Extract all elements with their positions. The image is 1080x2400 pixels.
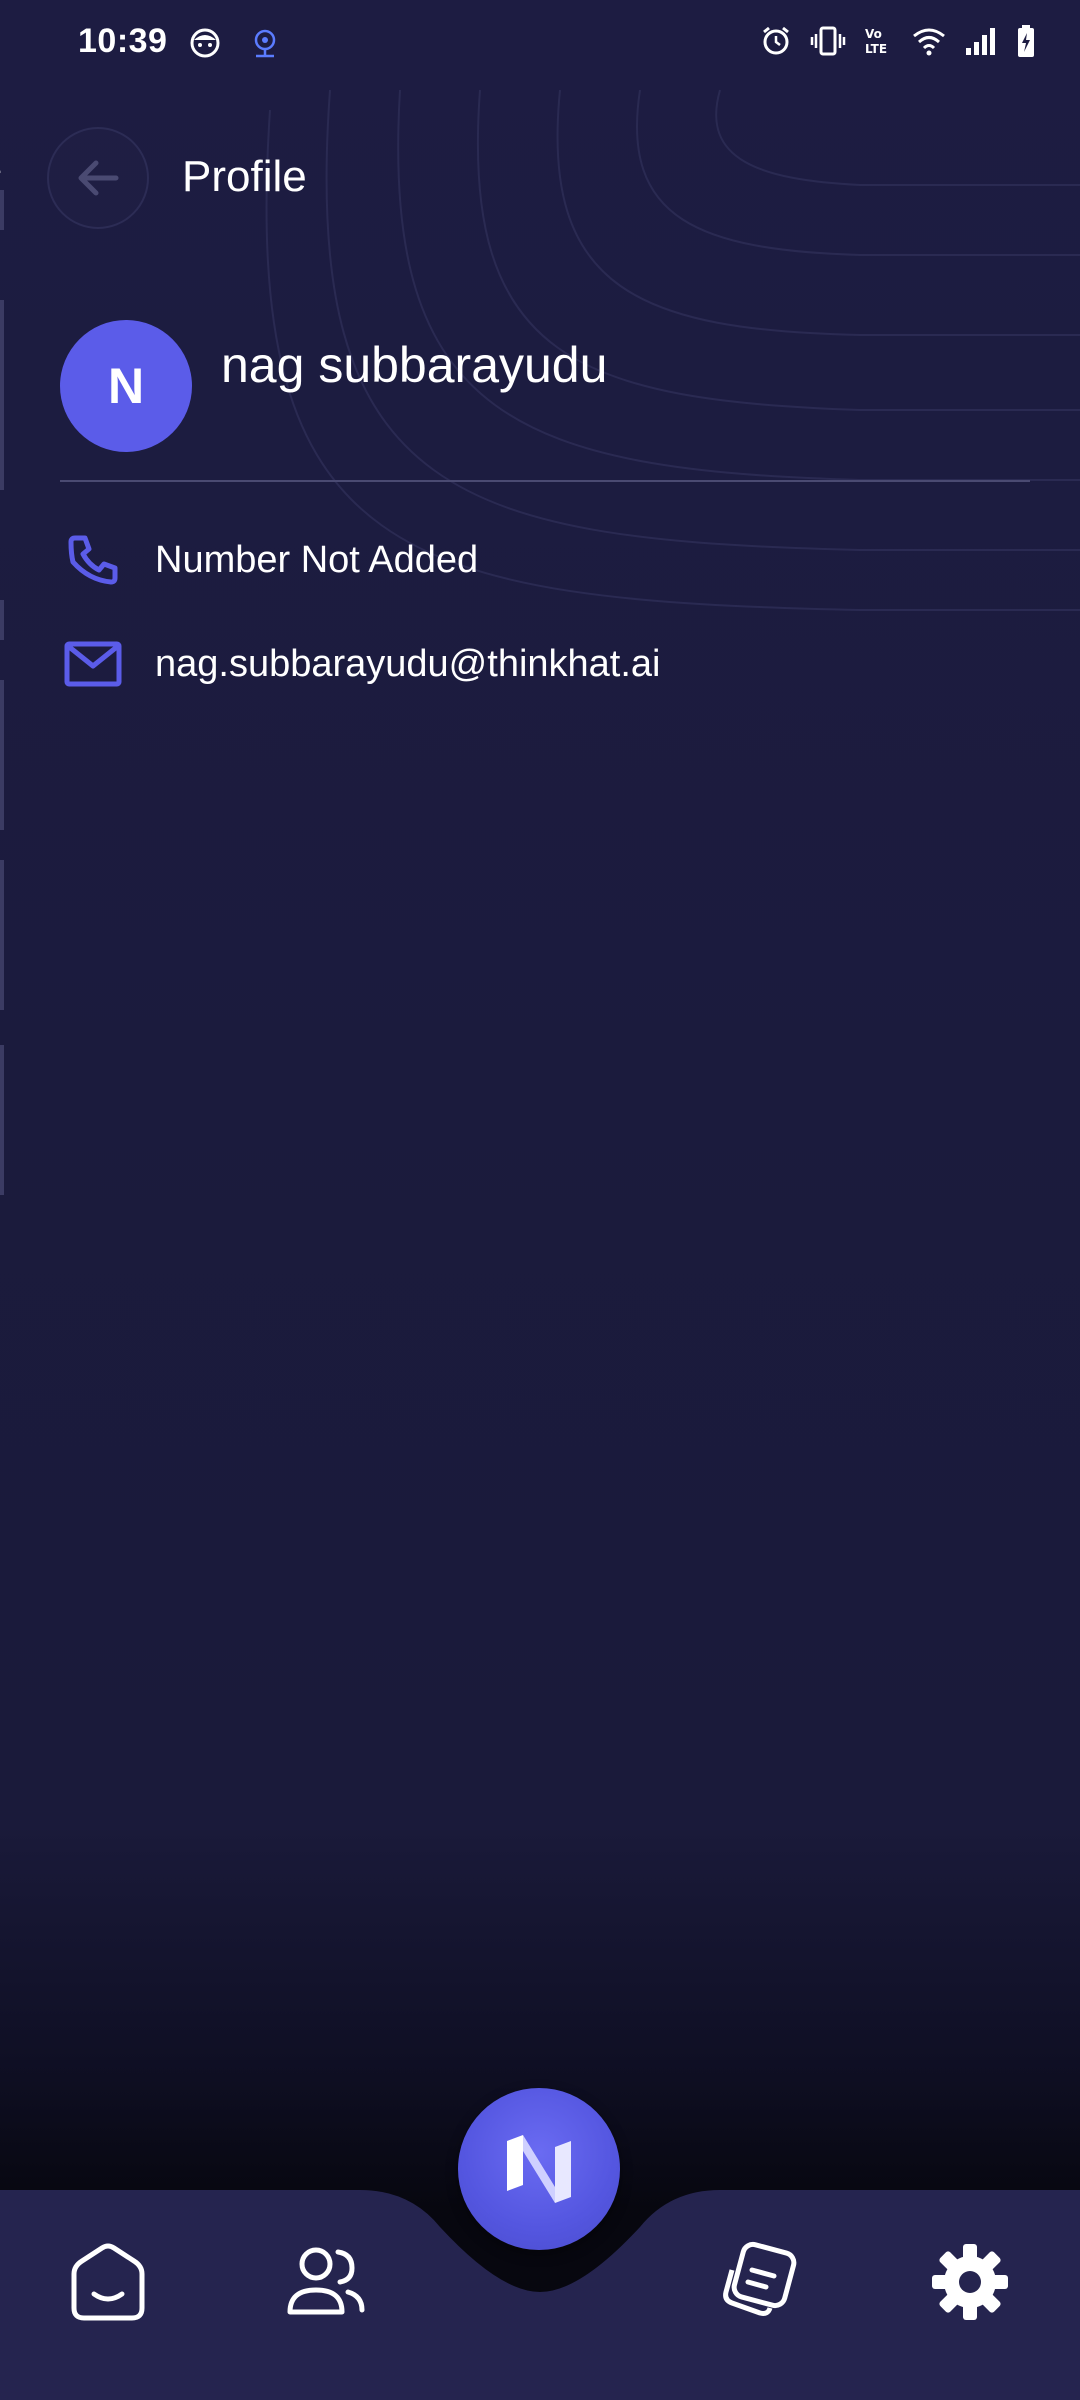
vibrate-icon: [810, 26, 846, 56]
arrow-left-icon: [78, 160, 119, 196]
avatar: N: [60, 320, 192, 452]
email-row[interactable]: nag.subbarayudu@thinkhat.ai: [60, 631, 661, 697]
home-smile-icon: [71, 2243, 145, 2321]
edge-divider: [0, 300, 4, 490]
volte-icon: Vo LTE: [865, 27, 887, 56]
page-title: Profile: [182, 152, 307, 201]
nav-home[interactable]: [48, 2222, 168, 2342]
phone-icon: [68, 535, 118, 585]
people-icon: [287, 2247, 365, 2315]
status-bar: 10:39 Vo LTE: [0, 0, 1080, 90]
screen: 10:39 Vo LTE Profile N nag subbarayudu N…: [0, 0, 1080, 2400]
edge-divider: [0, 680, 4, 830]
hotspot-icon: [254, 29, 276, 58]
phone-text: Number Not Added: [155, 538, 479, 581]
nav-people[interactable]: [264, 2222, 384, 2342]
edge-divider: [0, 190, 4, 230]
phone-row[interactable]: Number Not Added: [60, 527, 478, 593]
divider: [60, 480, 1030, 482]
profile-name: nag subbarayudu: [221, 337, 608, 393]
drawer-edge[interactable]: t: [0, 0, 30, 1250]
back-button[interactable]: [47, 127, 149, 229]
svg-text:LTE: LTE: [865, 42, 887, 56]
signal-icon: [966, 28, 995, 55]
gear-icon: [932, 2244, 1008, 2320]
drawer-edge-letter: t: [0, 140, 1, 183]
wifi-icon: [913, 28, 945, 56]
notes-icon: [723, 2241, 797, 2316]
battery-charging-icon: [1018, 25, 1034, 57]
center-action-button[interactable]: [458, 2088, 620, 2250]
edge-divider: [0, 1045, 4, 1195]
mail-icon: [64, 641, 122, 687]
edge-divider: [0, 860, 4, 1010]
n-logo-icon: [507, 2135, 571, 2203]
status-time: 10:39: [78, 22, 168, 60]
nav-settings[interactable]: [910, 2222, 1030, 2342]
edge-divider: [0, 600, 4, 640]
email-text: nag.subbarayudu@thinkhat.ai: [155, 642, 661, 685]
face-notification-icon: [190, 28, 220, 58]
svg-text:Vo: Vo: [865, 27, 882, 41]
nav-notes[interactable]: [696, 2222, 816, 2342]
alarm-icon: [763, 26, 789, 55]
